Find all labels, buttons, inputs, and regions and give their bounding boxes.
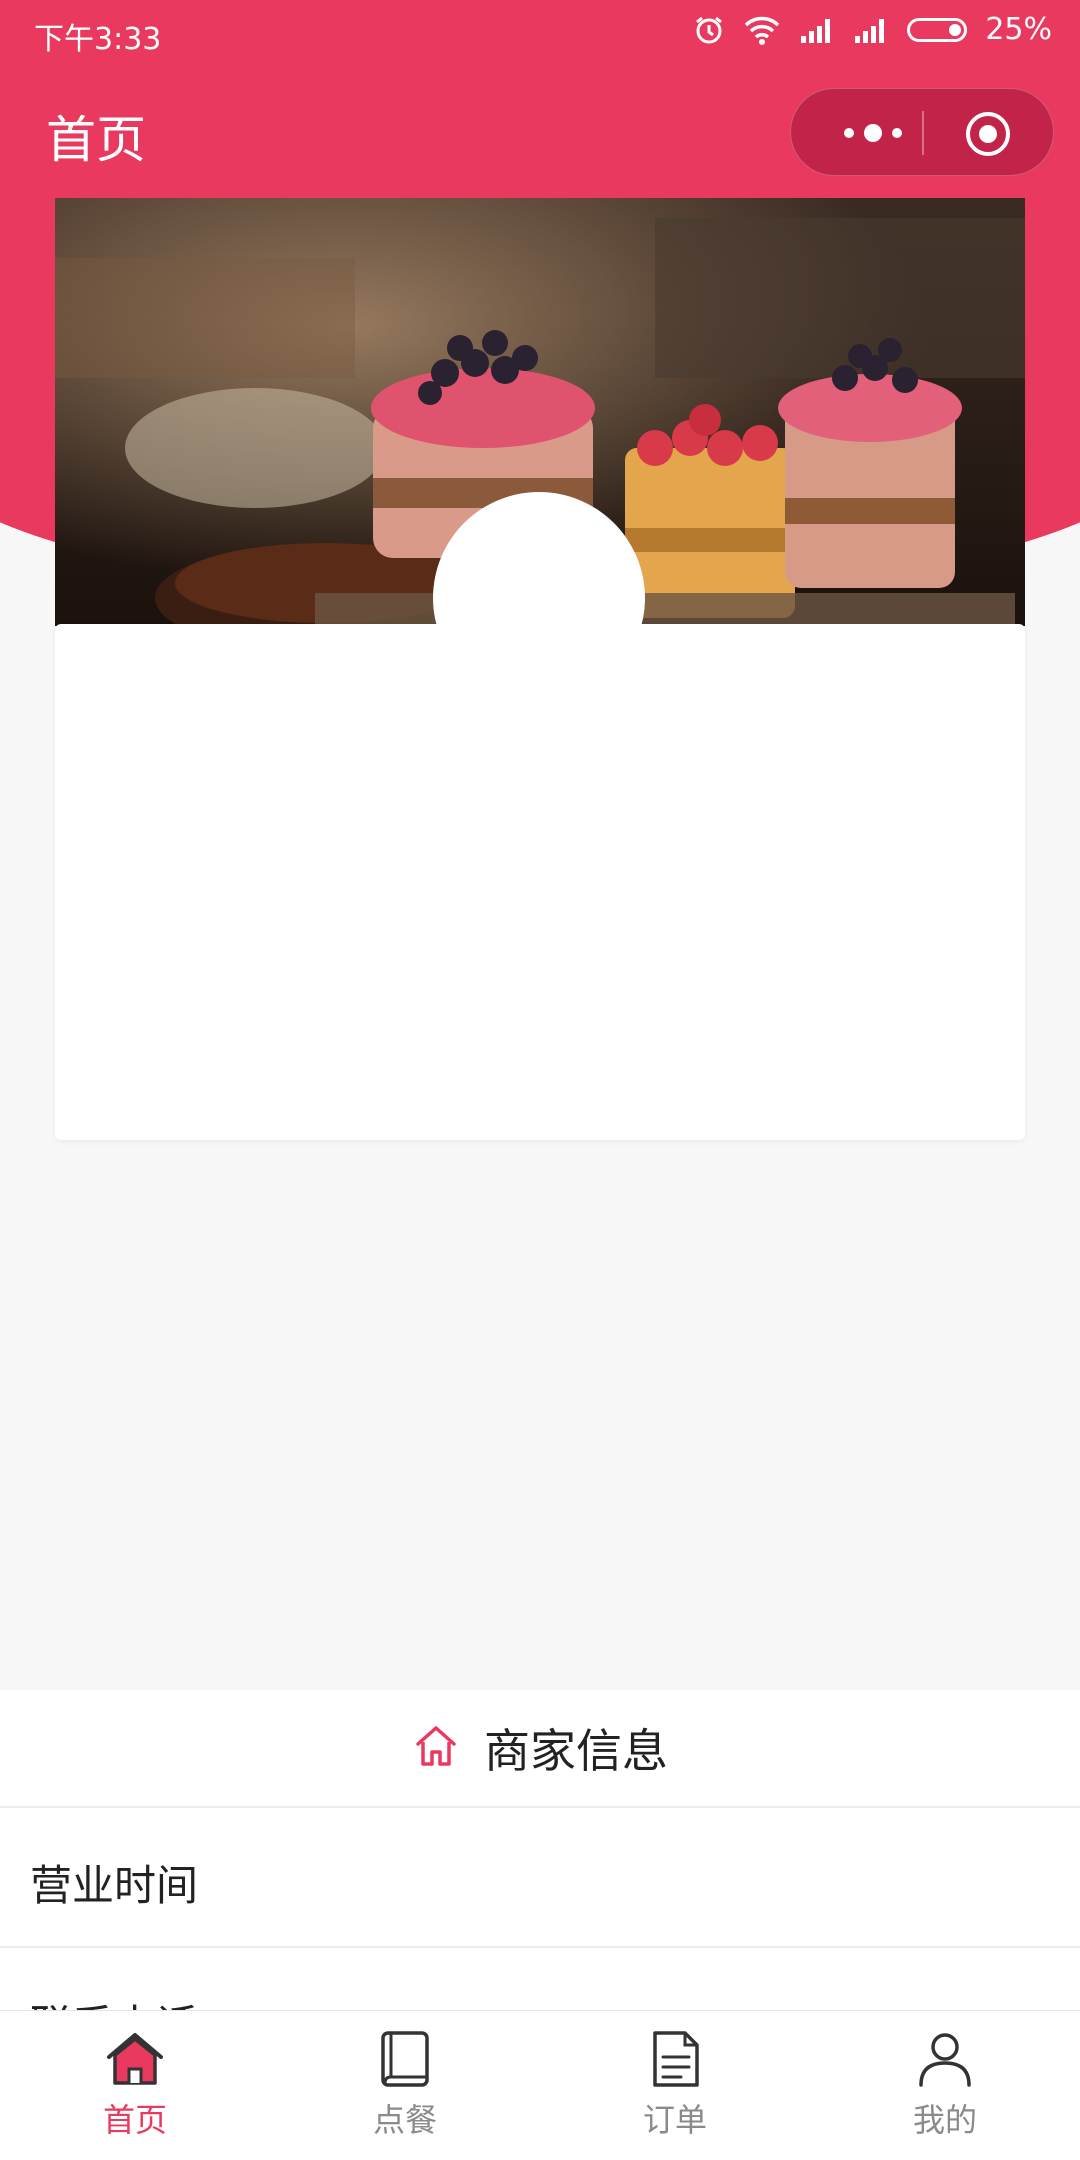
page-title: 首页: [46, 111, 146, 169]
status-bar: 下午3:33 25%: [0, 0, 1080, 66]
mini-program-capsule: [790, 88, 1054, 176]
tab-mine-label: 我的: [912, 2101, 977, 2139]
tab-orders[interactable]: 订单: [540, 2011, 810, 2160]
screen: 下午3:33 25% 首页 商家信息 营业时间 首页 点餐 订单 我的: [0, 0, 1080, 2160]
wifi-icon: [743, 15, 781, 45]
tab-mine[interactable]: 我的: [810, 2011, 1080, 2160]
tab-bar: 首页 点餐 订单 我的: [0, 2010, 1080, 2160]
tab-home[interactable]: 首页: [0, 2011, 270, 2160]
status-icons: 25%: [693, 12, 1052, 47]
tab-home-label: 首页: [102, 2101, 167, 2139]
signal-icon: [853, 16, 889, 44]
shop-avatar[interactable]: [433, 492, 645, 704]
info-row-business-hours[interactable]: 营业时间: [0, 1808, 1080, 1948]
menu-book-icon: [373, 2027, 437, 2091]
order-doc-icon: [643, 2027, 707, 2091]
tab-order-food[interactable]: 点餐: [270, 2011, 540, 2160]
person-icon: [913, 2027, 977, 2091]
status-time: 下午3:33: [34, 22, 162, 57]
target-icon[interactable]: [965, 111, 1011, 157]
home-icon: [103, 2027, 167, 2091]
home-outline-icon: [412, 1722, 460, 1774]
merchant-info-section: 商家信息 营业时间 联系电话: [0, 1690, 1080, 2088]
capsule-divider: [922, 111, 924, 155]
alarm-icon: [693, 14, 725, 46]
business-hours-label: 营业时间: [30, 1861, 199, 1910]
signal-icon: [799, 16, 835, 44]
merchant-info-title: 商家信息: [484, 1724, 668, 1778]
more-icon[interactable]: [827, 109, 923, 157]
tab-orders-label: 订单: [642, 2101, 707, 2139]
merchant-info-header: 商家信息: [0, 1690, 1080, 1808]
battery-percent: 25%: [985, 12, 1052, 47]
battery-icon: [907, 17, 968, 42]
tab-order-food-label: 点餐: [372, 2101, 437, 2139]
